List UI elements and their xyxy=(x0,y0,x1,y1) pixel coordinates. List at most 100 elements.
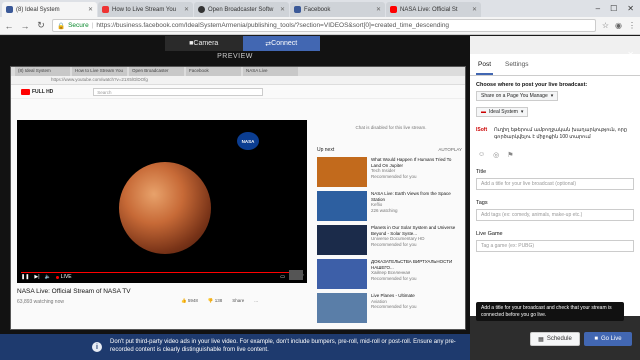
source-tabs: ■ Camera ⇄ Connect xyxy=(165,36,320,51)
autoplay-label: AUTOPLAY xyxy=(438,147,462,152)
recommendation-thumbnail xyxy=(317,293,367,323)
live-label: LIVE xyxy=(60,274,72,280)
recommendation-thumbnail xyxy=(317,225,367,255)
minimize-icon[interactable]: – xyxy=(596,4,600,13)
up-next-label: Up next xyxy=(317,147,335,153)
extension-icon[interactable]: ◉ xyxy=(615,21,622,30)
policy-banner: i Don't put third-party video ads in you… xyxy=(0,334,470,360)
recommendation-meta: Recommended for you xyxy=(371,173,417,179)
recommendation-title: Planets in Our Solar System and Universe… xyxy=(371,225,456,236)
tab-label: How to Live Stream You xyxy=(112,6,177,13)
youtube-search-input: Search xyxy=(93,87,264,96)
browser-tab-ideal-system[interactable]: (8) Ideal System ✕ xyxy=(2,2,97,17)
close-window-icon[interactable]: ✕ xyxy=(627,4,634,13)
chevron-down-icon: ▾ xyxy=(550,93,554,99)
recommendation-item: NASA Live: Earth Views from the Space St… xyxy=(317,191,462,221)
recommendation-item: Live Planes - Ultimate Aviation Recommende… xyxy=(317,293,462,323)
tab-connect-label: Connect xyxy=(271,40,298,47)
toolbar-icons: ☆ ◉ ⋮ xyxy=(602,21,636,30)
back-icon[interactable]: ← xyxy=(4,21,14,31)
close-icon[interactable]: ✕ xyxy=(627,50,634,59)
recommendation-item: What Would Happen If Humans Tried To Lan… xyxy=(317,157,462,187)
forward-icon[interactable]: → xyxy=(20,21,30,31)
preview-tab: (8) Ideal System xyxy=(15,67,70,76)
more-action: ... xyxy=(254,298,259,303)
title-label: Title xyxy=(476,168,487,175)
video-title: NASA Live: Official Stream of NASA TV xyxy=(17,288,131,295)
title-input[interactable]: Add a title for your live broadcast (opt… xyxy=(476,177,634,190)
game-input[interactable]: Tag a game (ex: PUBG) xyxy=(476,239,634,252)
emoji-icon[interactable]: ☺ xyxy=(478,151,485,159)
recommendation-meta: 226 watching xyxy=(371,207,398,213)
preview-tab: NASA Live xyxy=(243,67,298,76)
recommendation-item: Planets in Our Solar System and Universe… xyxy=(317,225,462,255)
go-live-button-label: Go Live xyxy=(600,336,622,342)
reload-icon[interactable]: ↻ xyxy=(36,20,46,31)
recommendation-meta: Recommended for you xyxy=(371,241,417,247)
tab-connect[interactable]: ⇄ Connect xyxy=(242,36,320,51)
star-icon[interactable]: ☆ xyxy=(602,21,609,30)
close-tab-icon[interactable]: ✕ xyxy=(469,6,477,13)
preview-browser-tabs: (8) Ideal System How to Live Stream You … xyxy=(11,67,465,76)
stream-preview-frame: (8) Ideal System How to Live Stream You … xyxy=(10,66,466,330)
game-label: Live Game xyxy=(476,230,503,237)
up-next-header: Up next AUTOPLAY xyxy=(317,147,462,153)
composer-tools: ☺ ◎ ⚑ xyxy=(478,151,634,159)
preview-tab: How to Live Stream You xyxy=(72,67,127,76)
obs-favicon-icon xyxy=(198,6,205,13)
broadcast-panel: ✕ Post Settings Choose where to post you… xyxy=(470,36,640,360)
address-bar-row: ← → ↻ 🔒 Secure | https://business.facebo… xyxy=(0,17,640,35)
menu-icon[interactable]: ⋮ xyxy=(628,21,636,30)
tag-people-icon[interactable]: ⚑ xyxy=(507,151,513,159)
close-tab-icon[interactable]: ✕ xyxy=(85,6,93,13)
location-icon[interactable]: ◎ xyxy=(493,151,499,159)
tab-label: NASA Live: Official St xyxy=(400,6,458,13)
close-tab-icon[interactable]: ✕ xyxy=(373,6,381,13)
browser-tab-how-to-live[interactable]: How to Live Stream You ✕ xyxy=(98,2,193,17)
where-label: Choose where to post your live broadcast… xyxy=(476,82,588,88)
close-tab-icon[interactable]: ✕ xyxy=(277,6,285,13)
tab-camera[interactable]: ■ Camera xyxy=(165,36,243,51)
tab-label: Open Broadcaster Softw xyxy=(208,6,274,13)
dislike-count: 👎 138 xyxy=(207,298,223,303)
url-field[interactable]: 🔒 Secure | https://business.facebook.com… xyxy=(52,19,596,32)
favicon-icon xyxy=(102,6,109,13)
captions-icon: ▭ xyxy=(280,274,285,280)
post-text: Ուղիղ եթերում ամբողջական խաղարկություն, … xyxy=(494,127,627,140)
live-indicator: LIVE xyxy=(55,274,72,280)
like-count-label: 5948 xyxy=(187,298,198,303)
recommendation-meta: Recommended for you xyxy=(371,304,417,310)
lock-icon: 🔒 xyxy=(57,22,66,30)
calendar-icon: ▦ xyxy=(538,336,544,343)
where-select[interactable]: Share on a Page You Manage ▾ xyxy=(476,91,559,101)
up-next-list: Up next AUTOPLAY What Would Happen If Hu… xyxy=(317,147,462,327)
tab-settings[interactable]: Settings xyxy=(503,55,531,74)
go-live-button[interactable]: ■ Go Live xyxy=(584,332,632,346)
schedule-button-label: Schedule xyxy=(546,336,572,342)
recommendation-title: ДОКАЗАТЕЛЬСТВА ВИРТУАЛЬНОСТИ НАШЕГО... xyxy=(371,259,453,270)
preview-label: PREVIEW xyxy=(217,53,253,60)
video-controls: ❚❚ ▶| 🔈 LIVE ▭ ⚙ ⛶ xyxy=(17,271,307,283)
schedule-button[interactable]: ▦ Schedule xyxy=(530,332,580,346)
panel-tabs: Post Settings xyxy=(470,54,640,76)
tab-post[interactable]: Post xyxy=(476,55,494,75)
live-preview-stage: ■ Camera ⇄ Connect PREVIEW (8) Ideal Sys… xyxy=(0,36,470,360)
facebook-favicon-icon xyxy=(6,6,13,13)
browser-tab-nasa-live[interactable]: NASA Live: Official St ✕ xyxy=(386,2,481,17)
where-select-value: Share on a Page You Manage xyxy=(481,93,548,99)
browser-tab-facebook[interactable]: Facebook ✕ xyxy=(290,2,385,17)
post-composer[interactable]: ISoft Ուղիղ եթերում ամբողջական խաղարկութ… xyxy=(476,127,634,141)
video-actions: 👍 5948 👎 138 Share ... xyxy=(181,298,258,304)
policy-text: Don't put third-party video ads in your … xyxy=(110,339,456,353)
youtube-logo-text: FULL HD xyxy=(32,88,54,95)
url-text: https://business.facebook.com/IdealSyste… xyxy=(96,22,450,29)
close-tab-icon[interactable]: ✕ xyxy=(181,6,189,13)
youtube-favicon-icon xyxy=(390,6,397,13)
page-select-value: Ideal System xyxy=(489,109,518,115)
maximize-icon[interactable]: ☐ xyxy=(610,4,617,13)
page-select[interactable]: ▬ Ideal System ▾ xyxy=(476,107,529,117)
browser-tab-obs[interactable]: Open Broadcaster Softw ✕ xyxy=(194,2,289,17)
chat-disabled-text: Chat is disabled for this live stream. xyxy=(355,125,427,130)
tags-input[interactable]: Add tags (ex: comedy, animals, make-up e… xyxy=(476,208,634,221)
facebook-favicon-icon xyxy=(294,6,301,13)
